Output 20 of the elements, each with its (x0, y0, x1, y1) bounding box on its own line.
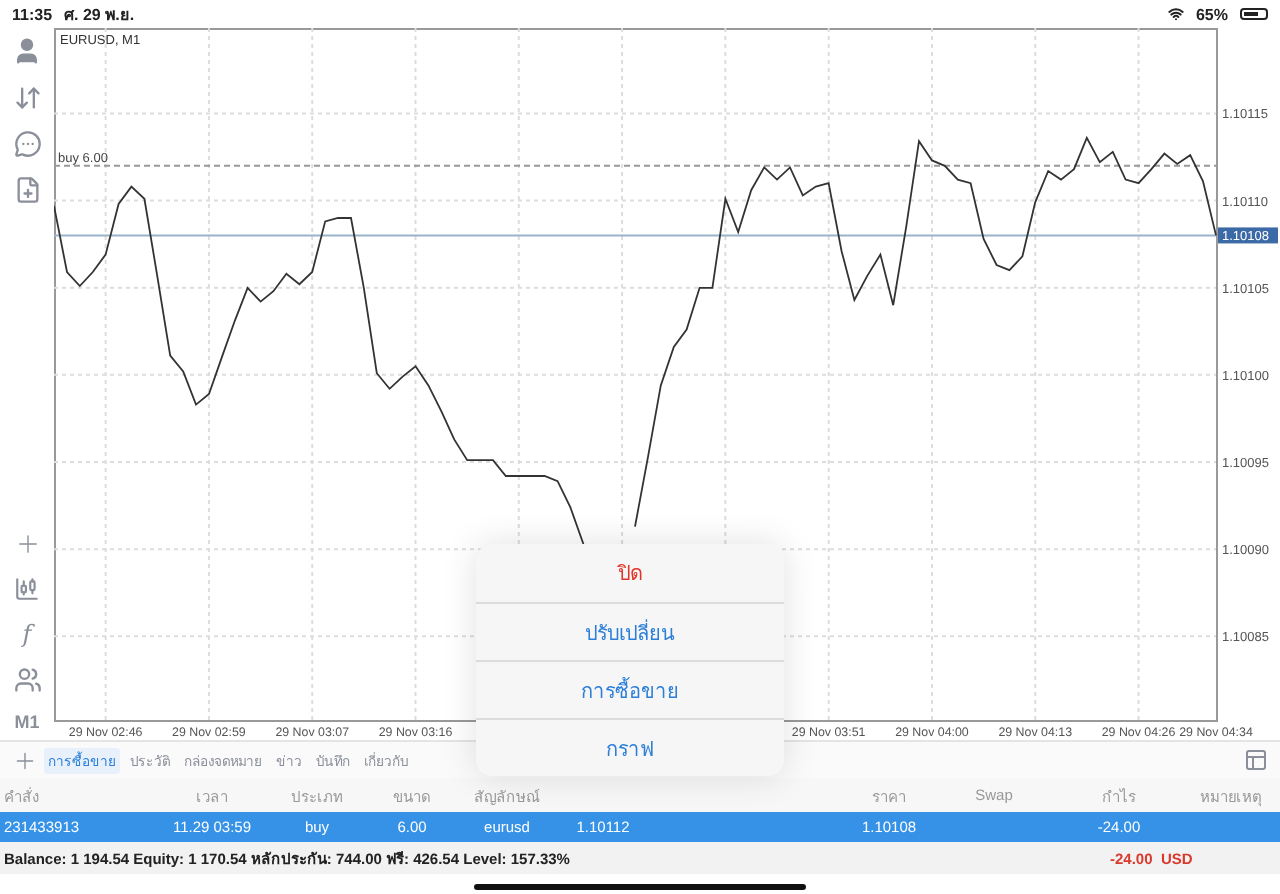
menu-item[interactable]: ปิด (476, 544, 784, 602)
add-icon[interactable] (12, 747, 38, 773)
candlestick-icon[interactable] (14, 576, 40, 602)
chat-icon[interactable] (13, 130, 41, 158)
trade-arrows-icon[interactable] (13, 84, 41, 112)
menu-item[interactable]: กราฟ (476, 718, 784, 776)
objects-icon[interactable] (13, 666, 41, 694)
menu-item[interactable]: ปรับเปลี่ยน (476, 602, 784, 660)
wifi-icon (1167, 6, 1184, 22)
indicators-button[interactable]: f (22, 620, 32, 648)
menu-item[interactable]: การซื้อขาย (476, 660, 784, 718)
crosshair-icon[interactable] (13, 530, 41, 558)
status-date: ศ. 29 พ.ย. (64, 3, 135, 27)
layout-icon[interactable] (1244, 748, 1268, 772)
battery-percent: 65% (1195, 5, 1228, 23)
battery-icon (1240, 8, 1268, 20)
timeframe-button[interactable]: M1 (14, 712, 40, 732)
new-order-icon[interactable] (13, 176, 41, 204)
status-time: 11:35 (12, 5, 53, 23)
account-icon[interactable] (12, 36, 42, 66)
